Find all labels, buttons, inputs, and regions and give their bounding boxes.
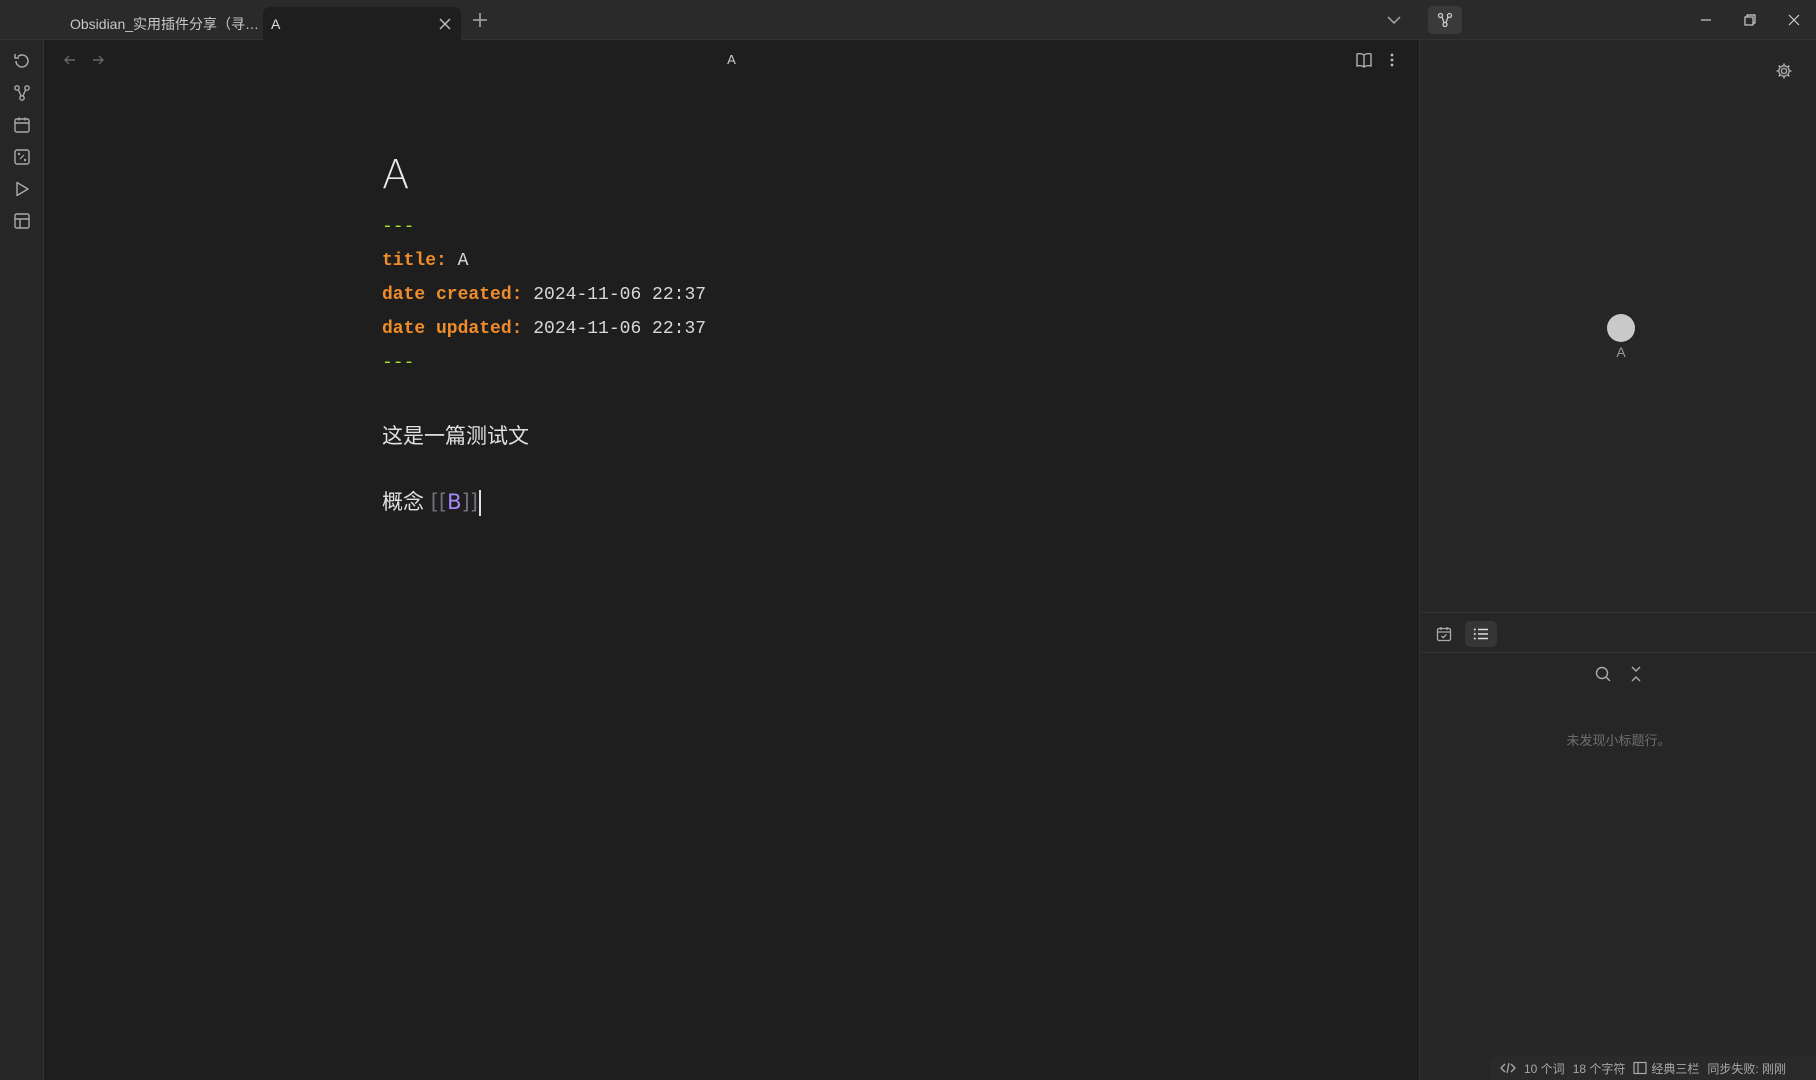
link-bracket-close: ]] <box>461 490 478 514</box>
frontmatter-value: A <box>446 251 469 271</box>
frontmatter-key: date updated <box>382 319 512 339</box>
graph-node-label: A <box>1616 344 1626 360</box>
chevron-down-icon[interactable] <box>1384 10 1404 30</box>
minimize-icon[interactable] <box>1694 8 1718 32</box>
source-mode-toggle[interactable] <box>1500 1061 1516 1075</box>
random-icon[interactable] <box>12 147 32 167</box>
graph-icon[interactable] <box>12 83 32 103</box>
close-icon[interactable] <box>437 16 453 32</box>
plus-icon[interactable] <box>470 10 490 30</box>
restore-icon[interactable] <box>1738 8 1762 32</box>
template-icon[interactable] <box>12 211 32 231</box>
frontmatter-key: title <box>382 251 437 271</box>
calendar-check-icon <box>1436 627 1452 642</box>
frontmatter-key: date created <box>382 285 512 305</box>
right-sidebar: A 未发现小标题行。 <box>1419 40 1816 1080</box>
left-ribbon <box>0 40 44 1080</box>
text-cursor <box>478 490 481 516</box>
tab-obsidian-plugins[interactable]: Obsidian_实用插件分享（寻找... <box>60 7 260 40</box>
layout-label: 经典三栏 <box>1651 1061 1700 1076</box>
book-open-icon[interactable] <box>1354 50 1374 70</box>
layout-icon <box>1633 1061 1647 1075</box>
view-header-title[interactable]: A <box>44 52 1419 67</box>
window-close-icon[interactable] <box>1782 8 1806 32</box>
frontmatter-line: title: A <box>382 251 469 271</box>
list-icon <box>1473 628 1488 640</box>
code-icon <box>1500 1062 1516 1074</box>
outline-empty-message: 未发现小标题行。 <box>1566 733 1671 748</box>
frontmatter-value: 2024-11-06 22:37 <box>522 319 707 339</box>
word-count: 10 个词 <box>1524 1061 1565 1076</box>
status-bar: 10 个词 18 个字符 经典三栏 同步失败: 刚刚 <box>1490 1056 1816 1080</box>
tab-calendar[interactable] <box>1428 621 1460 647</box>
note-title[interactable]: A <box>382 152 1142 204</box>
graph-node[interactable] <box>1607 314 1635 342</box>
layout-switcher[interactable]: 经典三栏 <box>1633 1060 1699 1077</box>
collapse-icon[interactable] <box>1626 664 1646 684</box>
frontmatter-close: --- <box>382 353 415 373</box>
paragraph-with-link[interactable]: 概念 [[B]] <box>382 486 1142 522</box>
tab-a[interactable]: A <box>263 7 461 40</box>
frontmatter-line: date created: 2024-11-06 22:37 <box>382 285 707 305</box>
frontmatter-line: date updated: 2024-11-06 22:37 <box>382 319 707 339</box>
frontmatter[interactable]: --- title: A date created: 2024-11-06 22… <box>382 210 1142 380</box>
play-icon[interactable] <box>12 179 32 199</box>
editor-pane: A A --- title: A date created: 2024-11-0… <box>44 40 1419 1080</box>
frontmatter-value: 2024-11-06 22:37 <box>522 285 707 305</box>
frontmatter-open: --- <box>382 217 415 237</box>
tab-label: A <box>271 15 281 32</box>
graph-icon <box>1437 12 1453 28</box>
link-bracket-open: [[ <box>430 490 448 514</box>
calendar-icon[interactable] <box>12 115 32 135</box>
tab-label: Obsidian_实用插件分享（寻找... <box>70 15 260 32</box>
search-icon[interactable] <box>1593 664 1613 684</box>
gear-icon[interactable] <box>1774 61 1794 81</box>
sidebar-tab-bar <box>1420 613 1816 653</box>
sync-icon[interactable] <box>12 51 32 71</box>
paragraph-text: 概念 <box>382 490 431 514</box>
graph-view-button[interactable] <box>1428 6 1462 34</box>
title-bar: Obsidian_实用插件分享（寻找... A <box>0 0 1816 40</box>
internal-link-b[interactable]: B <box>447 490 461 514</box>
char-count: 18 个字符 <box>1572 1061 1626 1076</box>
paragraph[interactable]: 这是一篇测试文 <box>382 420 1142 456</box>
more-vertical-icon[interactable] <box>1384 50 1400 70</box>
tab-outline[interactable] <box>1465 621 1497 647</box>
document-content[interactable]: A --- title: A date created: 2024-11-06 … <box>382 110 1142 522</box>
sync-status[interactable]: 同步失败: 刚刚 <box>1707 1060 1786 1077</box>
